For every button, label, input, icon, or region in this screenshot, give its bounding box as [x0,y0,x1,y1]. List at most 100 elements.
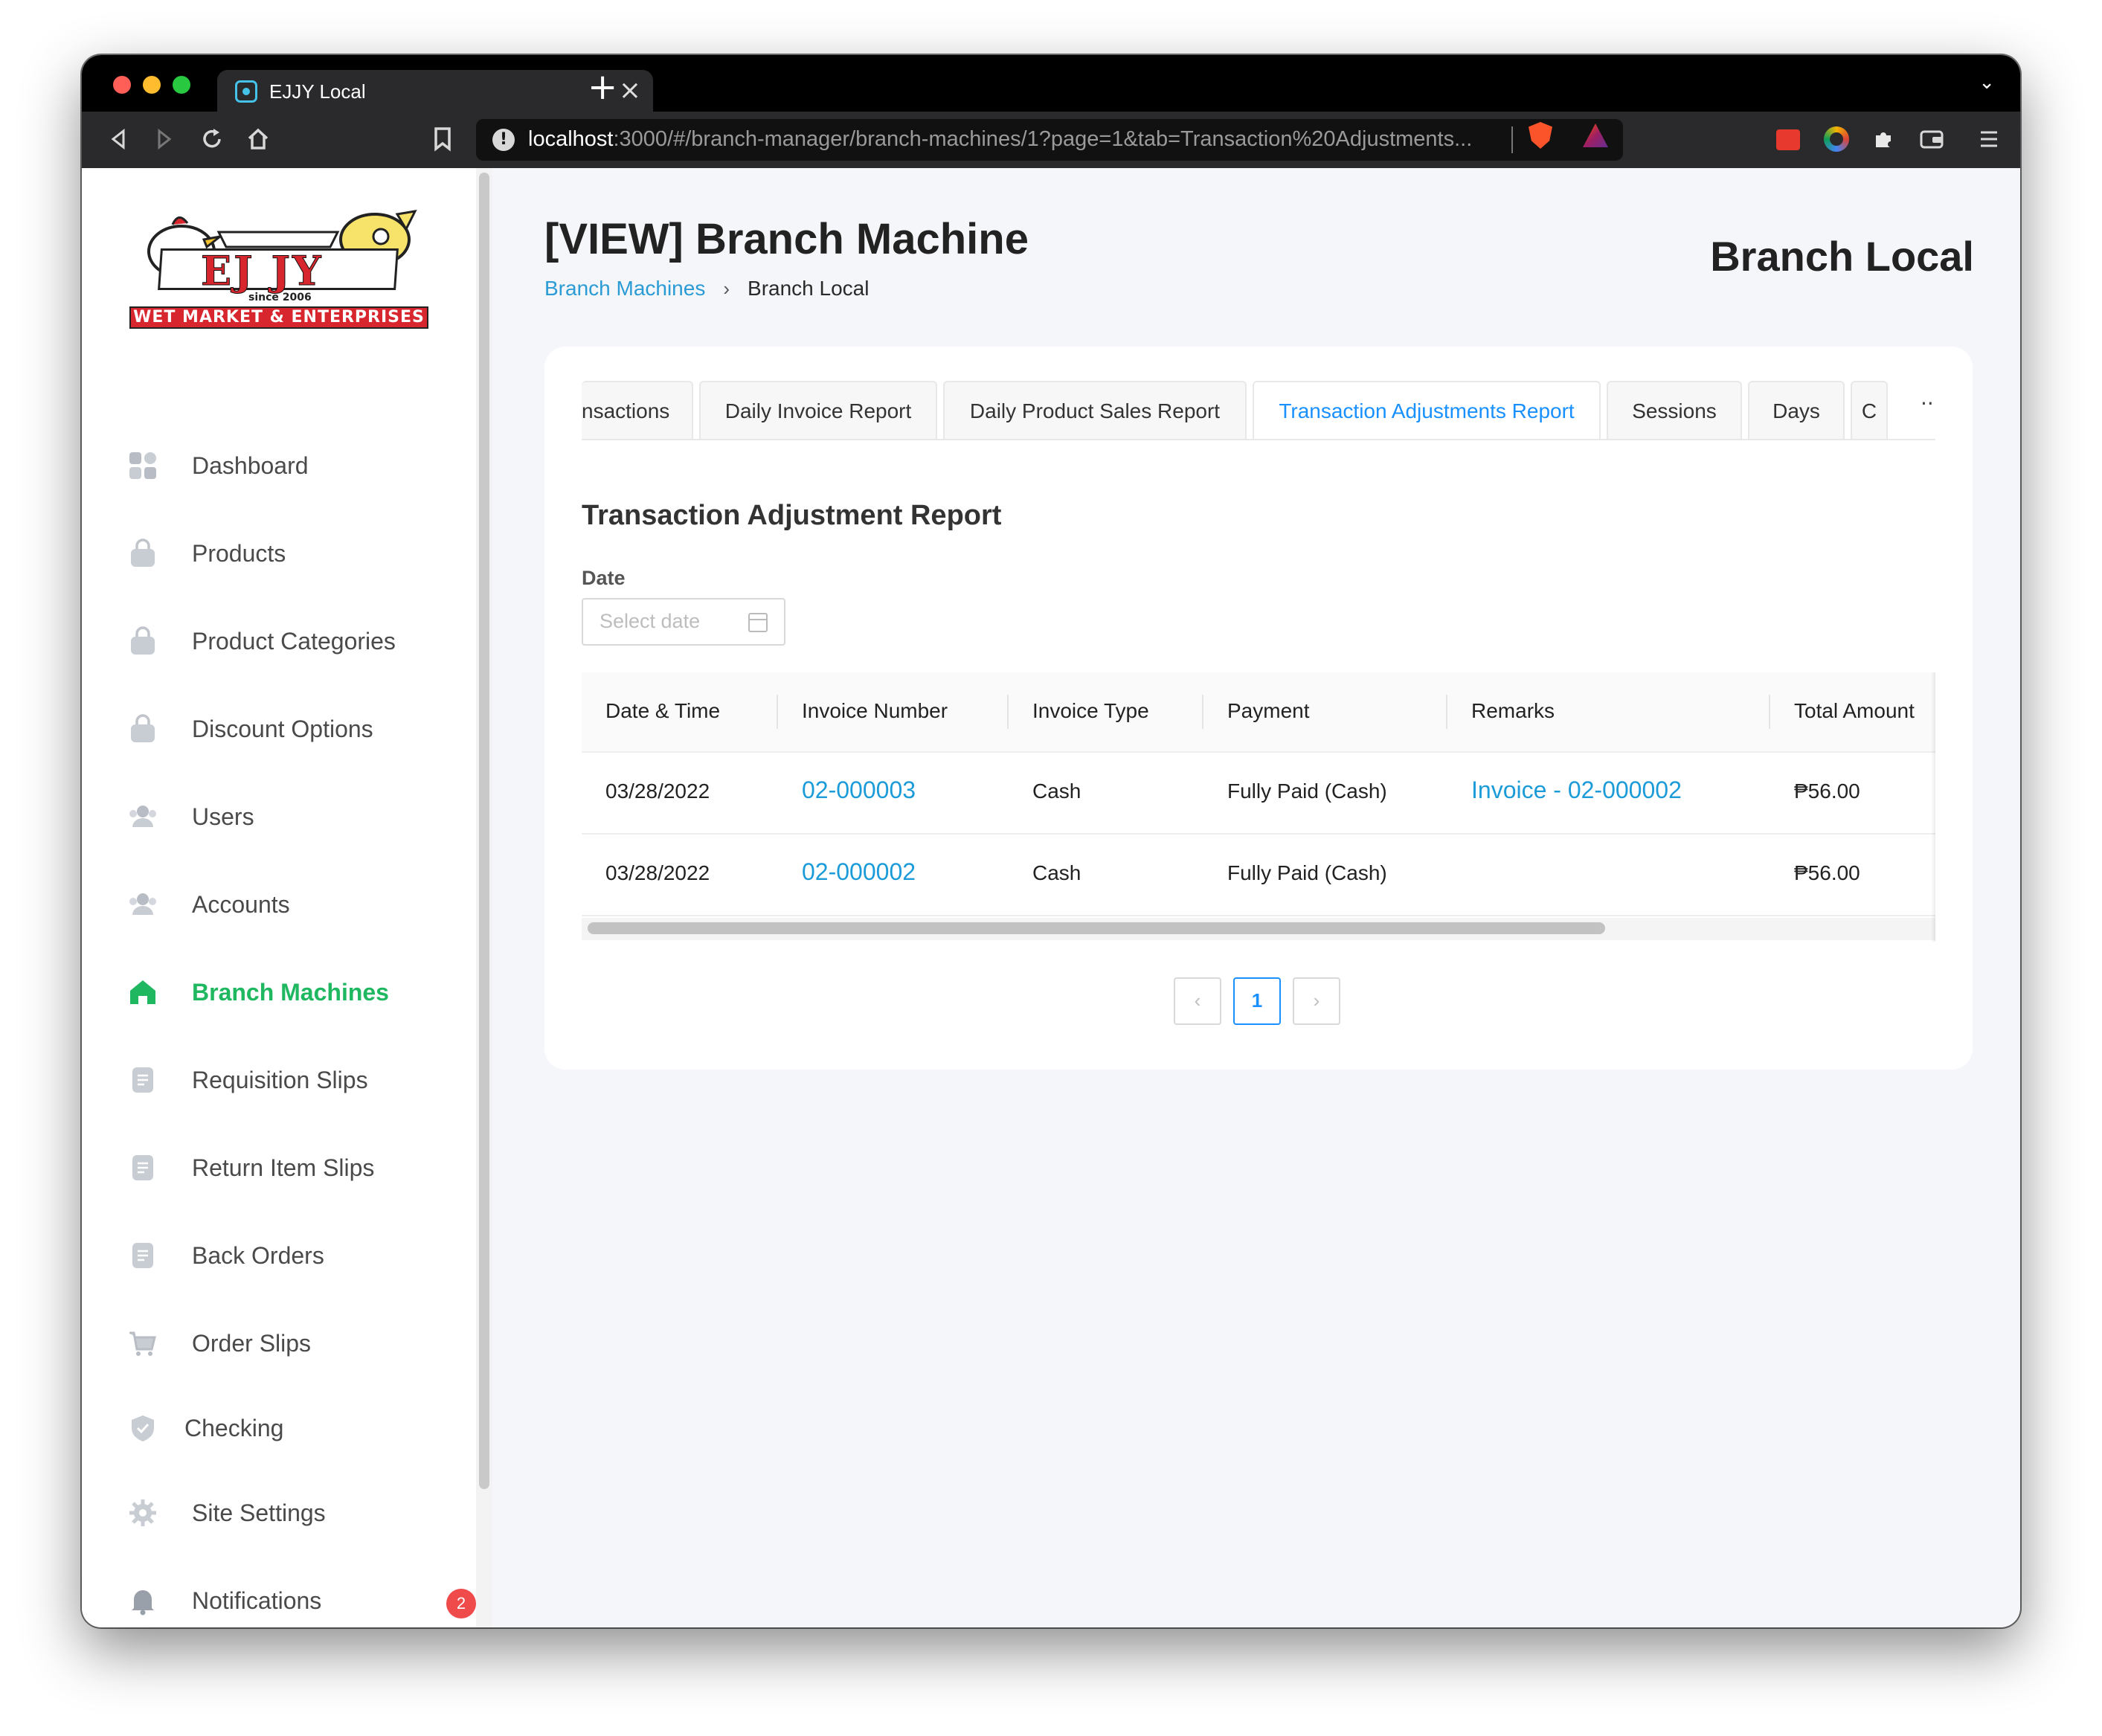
breadcrumb-link-branch-machines[interactable]: Branch Machines [544,277,705,300]
breadcrumb-separator-icon: › [723,277,730,300]
extensions-puzzle-icon[interactable] [1871,126,1897,152]
column-header-invoice-number[interactable]: Invoice Number [802,699,948,723]
sidebar-item-label: Accounts [192,891,290,918]
tab-sessions[interactable]: Sessions [1607,381,1742,439]
cell-date-time: 03/28/2022 [605,861,710,884]
cell-remarks-link[interactable]: Invoice - 02-000002 [1471,777,1682,804]
cell-invoice-number-link[interactable]: 02-000003 [802,777,916,804]
date-picker-input[interactable]: Select date [582,598,785,646]
sidebar-item-label: Order Slips [192,1330,312,1357]
close-window-button[interactable] [113,76,131,94]
home-icon[interactable] [245,126,271,152]
home-icon [130,980,155,1004]
bag-icon [131,626,155,655]
address-bar[interactable]: ! localhost:3000/#/branch-manager/branch… [476,119,1623,161]
pagination-page-1[interactable]: 1 [1233,977,1281,1025]
date-picker-placeholder: Select date [600,610,701,632]
sidebar-item-users[interactable]: Users [128,794,440,839]
cell-total-amount: ₱56.00 [1794,779,1860,803]
title-bar: EJJY Local × + ⌄ [82,55,2020,112]
report-tabs: nsactions Daily Invoice Report Daily Pro… [582,381,1935,440]
tab-truncated[interactable]: C [1851,381,1888,439]
sidebar-item-products[interactable]: Products [128,531,440,576]
back-icon[interactable] [107,128,129,150]
sidebar-item-branch-machines[interactable]: Branch Machines [128,970,440,1015]
table-row: 03/28/2022 02-000003 Cash Fully Paid (Ca… [582,753,1935,835]
react-favicon-icon [235,80,257,103]
tab-daily-product-sales-report[interactable]: Daily Product Sales Report [943,381,1247,439]
cell-invoice-type: Cash [1032,861,1081,884]
sidebar-scrollbar[interactable] [479,173,489,1489]
column-divider [777,695,778,729]
cell-date-time: 03/28/2022 [605,779,710,803]
sidebar-item-label: Site Settings [192,1499,326,1526]
page-title: [VIEW] Branch Machine [544,215,1029,263]
report-card: nsactions Daily Invoice Report Daily Pro… [544,347,1973,1070]
tab-transactions[interactable]: nsactions [582,381,693,439]
tab-transaction-adjustments-report[interactable]: Transaction Adjustments Report [1253,381,1601,439]
calendar-icon [748,613,768,632]
tab-daily-invoice-report[interactable]: Daily Invoice Report [699,381,937,439]
sidebar-item-label: Return Item Slips [192,1154,375,1181]
sidebar-item-product-categories[interactable]: Product Categories [128,619,440,663]
column-header-total-amount[interactable]: Total Amount [1794,699,1915,723]
column-header-payment[interactable]: Payment [1227,699,1310,723]
cell-total-amount: ₱56.00 [1794,861,1860,884]
sidebar-item-back-orders[interactable]: Back Orders [128,1233,440,1278]
tab-list-chevron-icon[interactable]: ⌄ [1979,71,1995,94]
logo-text: EJ JY [201,247,324,295]
minimize-window-button[interactable] [143,76,161,94]
menu-icon[interactable] [1979,128,1999,150]
pagination-next-button[interactable]: › [1293,977,1340,1025]
date-filter-label: Date [582,567,626,589]
browser-toolbar: ! localhost:3000/#/branch-manager/branch… [82,112,2020,168]
sidebar-item-discount-options[interactable]: Discount Options [128,707,440,751]
tab-days[interactable]: Days [1748,381,1845,439]
more-tabs-ellipsis-icon[interactable]: ··· [1921,391,1935,416]
extension-icon[interactable] [1776,129,1800,150]
sidebar-item-site-settings[interactable]: Site Settings [128,1491,440,1535]
shield-check-icon [132,1415,154,1441]
maximize-window-button[interactable] [173,76,190,94]
column-header-date-time[interactable]: Date & Time [605,699,720,723]
color-extension-icon[interactable] [1824,126,1849,152]
url-host: localhost [528,127,614,151]
sidebar-item-label: Users [192,803,254,830]
column-divider [1007,695,1009,729]
transaction-adjustments-table: Date & Time Invoice Number Invoice Type … [582,672,1935,942]
pagination-prev-button[interactable]: ‹ [1174,977,1221,1025]
sidebar-item-label: Requisition Slips [192,1067,368,1093]
sidebar-item-dashboard[interactable]: Dashboard [128,443,440,488]
url-path: :3000/#/branch-manager/branch-machines/1… [613,127,1473,151]
sidebar-item-return-item-slips[interactable]: Return Item Slips [128,1145,440,1190]
column-divider [1446,695,1447,729]
new-tab-button[interactable]: + [588,68,617,106]
sidebar-item-notifications[interactable]: Notifications 2 [128,1578,476,1623]
bookmark-icon[interactable] [433,126,452,152]
cell-invoice-number-link[interactable]: 02-000002 [802,858,916,886]
url-text[interactable]: localhost:3000/#/branch-manager/branch-m… [528,127,1472,152]
bag-icon [131,539,155,567]
sidebar-item-checking[interactable]: Checking [128,1406,440,1450]
wallet-icon[interactable] [1919,128,1944,150]
users-icon [129,893,156,915]
sidebar-item-accounts[interactable]: Accounts [128,882,440,927]
sidebar-item-label: Back Orders [192,1242,324,1269]
column-header-remarks[interactable]: Remarks [1471,699,1555,723]
column-header-invoice-type[interactable]: Invoice Type [1032,699,1149,723]
sidebar-item-requisition-slips[interactable]: Requisition Slips [128,1058,440,1102]
sidebar-item-order-slips[interactable]: Order Slips [128,1321,440,1366]
bell-icon [132,1590,154,1616]
gear-icon [129,1499,156,1526]
notification-count-badge: 2 [446,1589,476,1618]
column-divider [1202,695,1203,729]
forward-icon[interactable] [153,128,176,150]
column-divider [1769,695,1770,729]
site-info-icon[interactable]: ! [492,129,515,151]
sidebar: EJ JY since 2006 WET MARKET & ENTERPRISE… [82,168,476,1627]
tab-close-icon[interactable]: × [619,74,641,107]
branch-name: Branch Local [1710,233,1974,280]
reload-icon[interactable] [199,126,225,152]
address-bar-divider [1511,126,1513,153]
table-horizontal-scrollbar[interactable] [588,922,1605,934]
